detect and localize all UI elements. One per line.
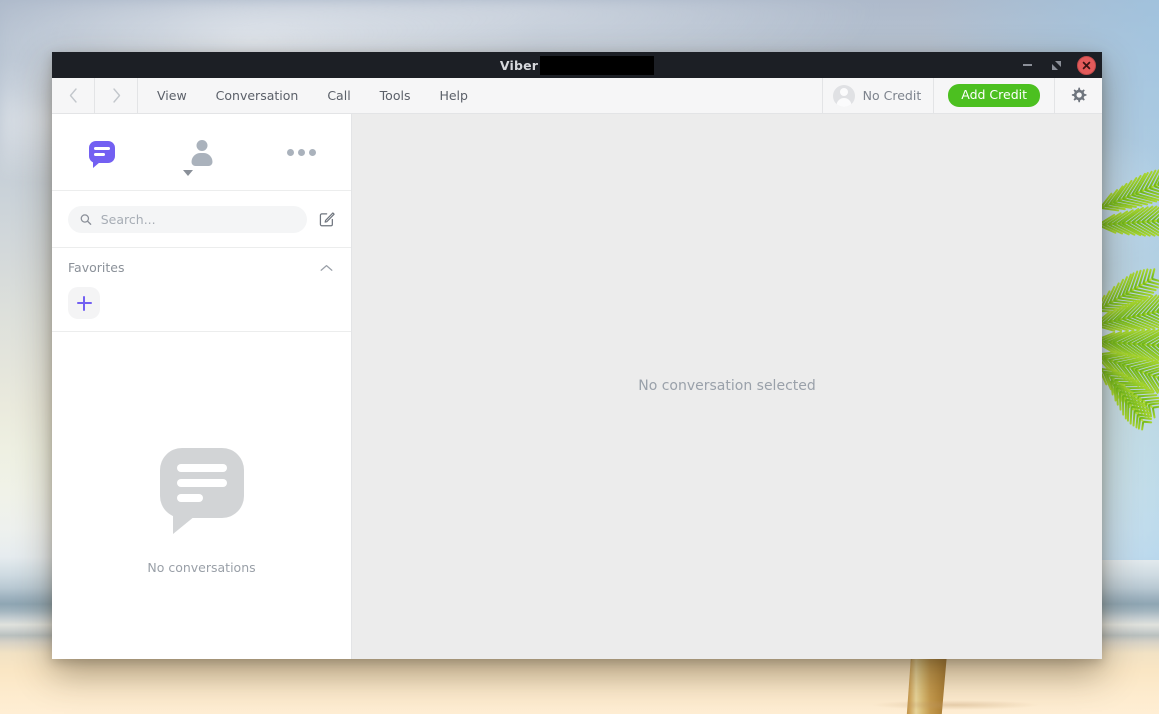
person-icon [191,140,213,164]
bubble-line-1 [94,147,110,150]
window-title: Viber [500,58,538,73]
palm-frond [1098,217,1159,226]
dot-1 [287,149,294,156]
no-conversations-label: No conversations [147,560,255,575]
plus-icon [77,296,92,311]
window-title-group: Viber [52,56,1102,75]
toolbar: View Conversation Call Tools Help No Cre… [52,78,1102,114]
bubble-line-1 [177,464,227,472]
minimize-icon [1023,64,1032,66]
menu-item-view[interactable]: View [157,88,187,103]
settings-button[interactable] [1055,78,1102,113]
credit-status-label: No Credit [863,88,922,103]
compose-button[interactable] [319,211,335,227]
restore-button[interactable] [1048,57,1065,74]
frond-leaflet [1122,395,1124,415]
palm-frond [1094,338,1159,348]
favorites-label: Favorites [68,260,124,275]
window-controls [1019,56,1096,75]
bubble-line-3 [177,494,203,502]
avatar-body [836,98,851,107]
add-favorite-button[interactable] [68,287,100,319]
chat-bubble-icon [160,448,244,518]
minimize-button[interactable] [1019,57,1036,74]
forward-button[interactable] [95,78,138,113]
conversations-empty-state: No conversations [52,332,351,659]
favorites-header: Favorites [52,248,351,277]
no-conversation-selected-label: No conversation selected [638,378,816,394]
back-button[interactable] [52,78,95,113]
favorites-collapse-button[interactable] [320,264,333,272]
menu-item-call[interactable]: Call [327,88,350,103]
chevron-right-icon [112,88,121,103]
toolbar-right-group: No Credit Add Credit [822,78,1102,113]
dot-2 [298,149,305,156]
search-row [52,191,351,248]
window-body: Favorites [52,114,1102,659]
add-credit-button[interactable]: Add Credit [948,84,1040,107]
conversation-panel: No conversation selected [352,114,1102,659]
menu-item-conversation[interactable]: Conversation [216,88,299,103]
plus-vertical [83,296,85,311]
sidebar-tabs [52,114,351,191]
close-icon [1082,61,1091,70]
sand-shadow [830,698,1080,712]
tab-chats[interactable] [52,114,152,190]
search-box[interactable] [68,206,307,233]
favorites-body [52,277,351,319]
redaction-box [540,56,654,75]
person-head [196,140,207,151]
close-button[interactable] [1077,56,1096,75]
menu-item-tools[interactable]: Tools [380,88,411,103]
chat-bubble-icon [89,141,115,163]
person-body [191,153,212,166]
chevron-up-icon [320,264,333,272]
tab-contacts[interactable] [152,114,252,190]
avatar [833,85,855,107]
chevron-left-icon [69,88,78,103]
restore-icon [1051,60,1062,71]
search-icon [80,213,92,226]
menu-bar: View Conversation Call Tools Help [138,78,468,113]
tab-more[interactable] [251,114,351,190]
dot-3 [309,149,316,156]
credit-status-group[interactable]: No Credit [822,78,935,113]
title-bar[interactable]: Viber [52,52,1102,78]
bubble-line-2 [94,153,105,156]
compose-pencil-icon [319,211,335,227]
chevron-down-icon[interactable] [183,170,193,176]
sidebar: Favorites [52,114,352,659]
search-input[interactable] [101,212,295,227]
viber-window: Viber [52,52,1102,659]
favorites-section: Favorites [52,248,351,332]
avatar-head [840,88,848,96]
menu-item-help[interactable]: Help [439,88,468,103]
bubble-line-2 [177,479,227,487]
add-credit-wrap: Add Credit [934,78,1055,113]
more-dots-icon [287,149,316,156]
gear-icon [1070,87,1087,104]
